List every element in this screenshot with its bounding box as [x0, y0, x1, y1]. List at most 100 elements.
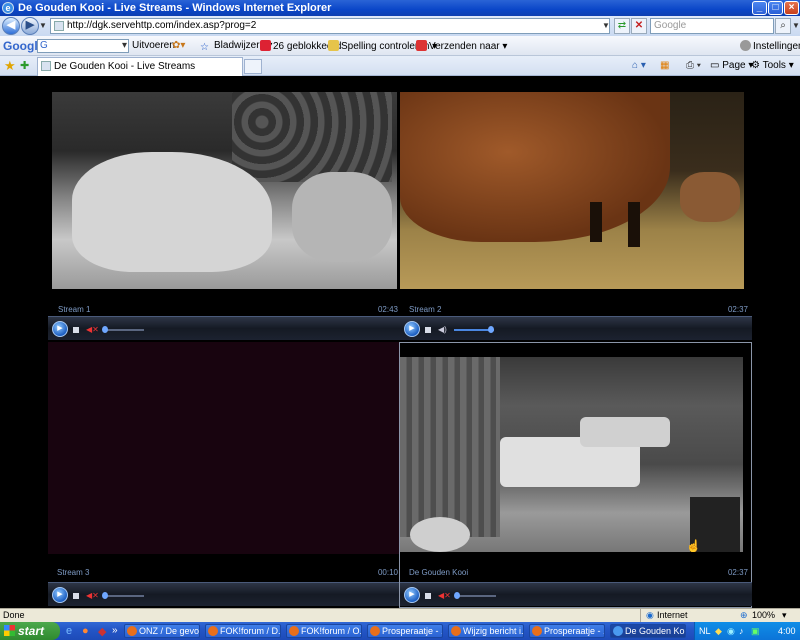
search-input[interactable]: Google: [650, 18, 774, 34]
page-menu[interactable]: ▭ Page ▾: [710, 60, 753, 71]
run-button[interactable]: Uitvoeren: [132, 40, 175, 54]
google-search-input[interactable]: G: [37, 39, 129, 53]
main-stream-stop-button[interactable]: [425, 593, 431, 599]
stream-2-volume-icon[interactable]: ◀): [438, 325, 448, 334]
stream-1-video[interactable]: [52, 92, 397, 289]
stream-2-play-button[interactable]: ▶: [404, 321, 420, 337]
search-go-icon[interactable]: ⌕: [775, 18, 791, 34]
stream-2-horse-leg-2: [628, 202, 640, 247]
add-favorites-icon[interactable]: ✚: [20, 59, 29, 72]
address-input[interactable]: http://dgk.servehttp.com/index.asp?prog=…: [50, 18, 610, 34]
home-icon[interactable]: ⌂ ▾: [632, 60, 646, 71]
taskbar: start e ● ◆ » ONZ / De gevo... FOK!forum…: [0, 622, 800, 640]
status-divider: [640, 609, 641, 623]
main-stream-play-button[interactable]: ▶: [404, 587, 420, 603]
taskbar-item[interactable]: De Gouden Ko...: [610, 624, 686, 638]
send-to-button[interactable]: Verzenden naar ▾: [416, 40, 507, 54]
stream-1-stop-button[interactable]: [73, 327, 79, 333]
forward-button[interactable]: ▶: [21, 17, 39, 35]
taskbar-item-label: Prosperaatje - ...: [382, 626, 443, 636]
new-tab-button[interactable]: [244, 59, 262, 74]
maximize-button[interactable]: □: [768, 1, 783, 15]
stream-2-horse-leg: [590, 202, 602, 242]
firefox-quicklaunch-icon[interactable]: ●: [82, 625, 89, 637]
taskbar-item[interactable]: Prosperaatje - ...: [529, 624, 605, 638]
close-button[interactable]: ×: [784, 1, 799, 15]
app-quicklaunch-icon[interactable]: ◆: [98, 625, 106, 638]
stream-3-stop-button[interactable]: [73, 593, 79, 599]
stream-2-volume-thumb[interactable]: [488, 326, 494, 333]
firefox-icon: [289, 626, 299, 636]
main-stream-controls: ▶ ◀✕: [400, 582, 752, 606]
stream-3-volume-thumb[interactable]: [102, 592, 108, 599]
ie-quicklaunch-icon[interactable]: e: [66, 625, 72, 637]
main-stream-video[interactable]: ☝: [400, 357, 743, 552]
page-content: Stream 1 02:43 ▶ ◀✕ Stream 2 02:37 ▶ ◀) …: [0, 77, 800, 608]
stream-1-volume-slider[interactable]: [104, 329, 144, 331]
tools-menu[interactable]: ⚙ Tools ▾: [751, 60, 794, 71]
refresh-icon[interactable]: ⇄: [614, 18, 630, 34]
search-options-icon[interactable]: ▼: [792, 21, 800, 30]
google-search-dropdown-icon[interactable]: ▾: [122, 40, 127, 54]
ie-icon: [613, 626, 623, 636]
main-stream-volume-thumb[interactable]: [454, 592, 460, 599]
stream-3-volume-slider[interactable]: [104, 595, 144, 597]
send-label: Verzenden naar: [429, 41, 500, 52]
taskbar-item-label: Prosperaatje - ...: [544, 626, 605, 636]
page-favicon-icon: [54, 21, 64, 31]
tab-current[interactable]: De Gouden Kooi - Live Streams: [37, 57, 243, 76]
stream-3-play-button[interactable]: ▶: [52, 587, 68, 603]
taskbar-item[interactable]: ONZ / De gevo...: [124, 624, 200, 638]
taskbar-item[interactable]: Prosperaatje - ...: [367, 624, 443, 638]
address-row: ◀ ▶ ▼ http://dgk.servehttp.com/index.asp…: [0, 16, 800, 36]
stream-2-time: 02:37: [727, 305, 748, 314]
stream-1-blanket: [72, 152, 272, 272]
stream-3-time: 00:10: [377, 568, 398, 577]
taskbar-item-label: FOK!forum / D...: [220, 626, 281, 636]
taskbar-item[interactable]: FOK!forum / D...: [205, 624, 281, 638]
popup-blocked-icon: [260, 40, 271, 51]
firefox-icon: [451, 626, 461, 636]
quicklaunch-more-icon[interactable]: »: [112, 625, 118, 636]
main-stream-mute-icon[interactable]: ◀✕: [438, 591, 451, 600]
wrench-icon: [740, 40, 751, 51]
tab-title: De Gouden Kooi - Live Streams: [54, 61, 196, 72]
stream-1-play-button[interactable]: ▶: [52, 321, 68, 337]
main-stream-curtain: [400, 357, 500, 537]
address-url: http://dgk.servehttp.com/index.asp?prog=…: [67, 20, 257, 31]
history-dropdown-icon[interactable]: ▼: [39, 21, 47, 30]
stream-1-mute-icon[interactable]: ◀✕: [86, 325, 99, 334]
language-indicator[interactable]: NL: [699, 622, 711, 640]
tab-row: ★ ✚ De Gouden Kooi - Live Streams ⌂ ▾ ▦ …: [0, 56, 800, 76]
taskbar-item[interactable]: FOK!forum / O...: [286, 624, 362, 638]
tray-icon-1[interactable]: ◆: [715, 622, 722, 640]
start-label: start: [18, 624, 45, 638]
tray-icon-2[interactable]: ◉: [727, 622, 735, 640]
toolbar-options-icon[interactable]: ✿▾: [172, 40, 185, 54]
start-button[interactable]: start: [0, 622, 60, 640]
volume-tray-icon[interactable]: ♪: [739, 622, 744, 640]
settings-button[interactable]: Instellingen ▾: [740, 40, 800, 54]
feeds-icon[interactable]: ▦: [660, 60, 669, 71]
stream-1-volume-thumb[interactable]: [102, 326, 108, 333]
back-button[interactable]: ◀: [2, 17, 20, 35]
network-tray-icon[interactable]: ▣: [751, 622, 760, 640]
print-icon[interactable]: ⎙ ▾: [686, 60, 701, 71]
stream-2-video[interactable]: [400, 92, 744, 289]
main-stream-time: 02:37: [727, 568, 748, 577]
stop-icon[interactable]: ✕: [631, 18, 647, 34]
minimize-button[interactable]: _: [752, 1, 767, 15]
address-dropdown-icon[interactable]: ▼: [602, 21, 610, 30]
stream-1-wallpaper: [232, 92, 392, 182]
favorites-star-icon[interactable]: ★: [4, 58, 16, 74]
status-text: Done: [3, 610, 25, 620]
zoom-dropdown-icon[interactable]: ▾: [782, 609, 787, 622]
stream-3-mute-icon[interactable]: ◀✕: [86, 591, 99, 600]
zoom-level[interactable]: 100%: [752, 609, 775, 622]
stream-2-stop-button[interactable]: [425, 327, 431, 333]
spellcheck-icon: [328, 40, 339, 51]
clock[interactable]: 4:00: [778, 622, 796, 640]
main-stream-volume-slider[interactable]: [456, 595, 496, 597]
stream-3-video[interactable]: [48, 342, 400, 554]
taskbar-item[interactable]: Wijzig bericht i...: [448, 624, 524, 638]
